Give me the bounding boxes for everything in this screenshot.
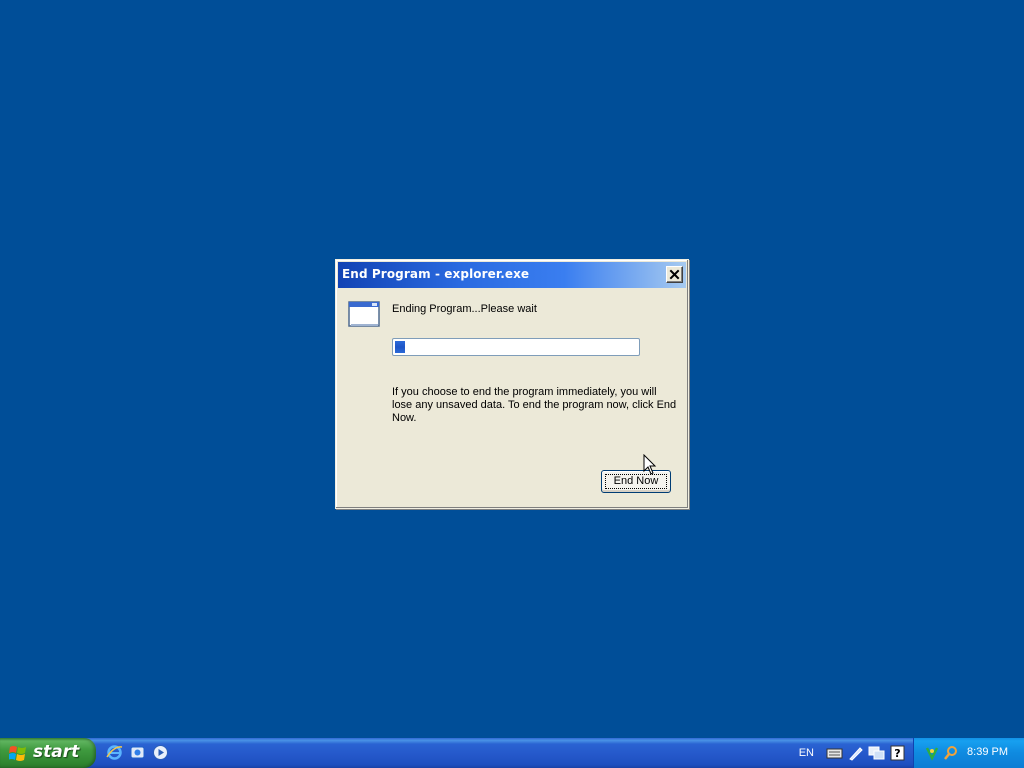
progress-fill <box>395 341 405 353</box>
quick-launch <box>106 744 169 762</box>
status-text: Ending Program...Please wait <box>392 303 537 315</box>
internet-explorer-icon[interactable] <box>106 744 123 761</box>
safely-remove-icon[interactable] <box>924 745 940 761</box>
clock[interactable]: 8:39 PM <box>967 746 1008 758</box>
search-icon[interactable] <box>943 745 959 761</box>
close-icon <box>669 269 680 280</box>
dialog-titlebar[interactable]: End Program - explorer.exe <box>338 262 686 288</box>
network-icon[interactable] <box>868 745 885 761</box>
media-player-icon[interactable] <box>152 744 169 761</box>
help-icon[interactable]: ? <box>889 745 906 761</box>
end-now-button[interactable]: End Now <box>601 470 671 493</box>
start-button[interactable]: start <box>0 738 96 768</box>
close-button[interactable] <box>666 266 683 283</box>
windows-logo-icon <box>9 746 26 761</box>
mouse-cursor-icon <box>643 454 657 475</box>
taskbar: start EN ? 8:39 PM <box>0 738 1024 768</box>
end-program-dialog: End Program - explorer.exe Ending Progra… <box>335 259 689 509</box>
start-label: start <box>33 742 80 762</box>
notification-icons: EN ? <box>799 745 906 761</box>
dialog-title: End Program - explorer.exe <box>342 267 530 281</box>
pen-icon[interactable] <box>847 745 864 761</box>
keyboard-icon[interactable] <box>826 745 843 761</box>
system-tray: 8:39 PM <box>913 738 1024 768</box>
window-icon <box>348 301 380 327</box>
progress-bar <box>392 338 640 356</box>
info-text: If you choose to end the program immedia… <box>392 386 677 424</box>
outlook-express-icon[interactable] <box>129 744 146 761</box>
language-indicator[interactable]: EN <box>799 747 814 759</box>
svg-text:?: ? <box>894 747 900 760</box>
